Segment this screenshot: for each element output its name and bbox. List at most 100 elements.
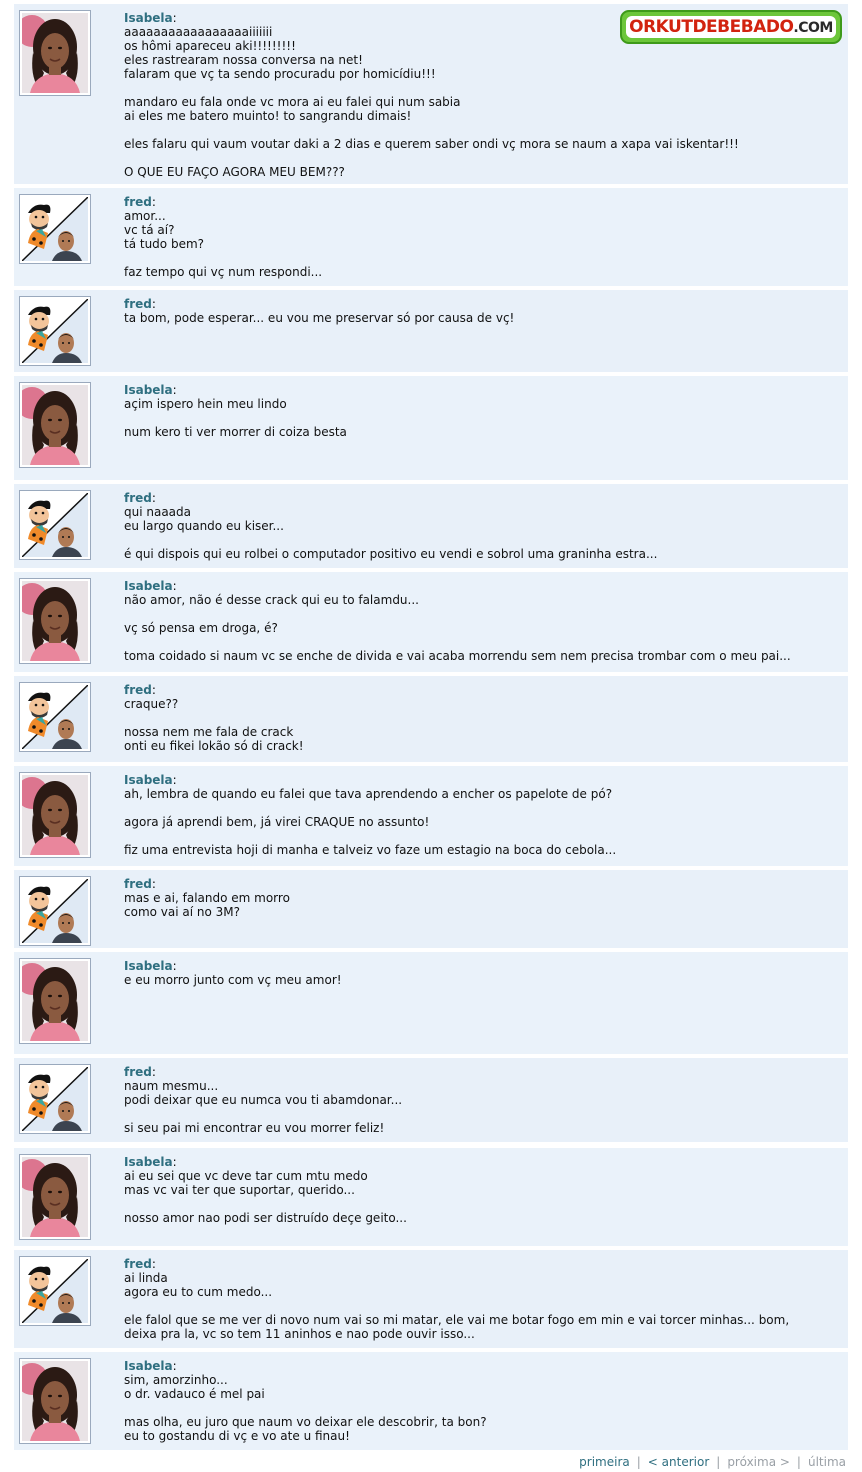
scrap-text-line: ai eu sei que vc deve tar cum mtu medo — [124, 1169, 368, 1183]
author-colon: : — [151, 1257, 156, 1271]
author-colon: : — [172, 1359, 177, 1373]
scrap-text-line — [124, 251, 838, 265]
scrap-text-line: tá tudo bem? — [124, 237, 205, 251]
scrap-header: Isabela: — [124, 959, 838, 973]
scrap-author[interactable]: fred — [124, 1065, 152, 1079]
scrap-text-line: qui naaada — [124, 505, 192, 519]
scrap-row: Isabela: e eu morro junto com vç meu amor… — [14, 952, 848, 1056]
scrap-author[interactable]: fred — [124, 195, 152, 209]
scrap-content: Isabela: sim, amorzinho... o dr. vadauco é… — [124, 1359, 838, 1443]
scrap-text-line: faz tempo qui vç num respondi... — [124, 265, 323, 279]
scrap-text-line — [124, 151, 838, 165]
scrap-text-line: deixa pra la, vc so tem 11 aninhos e nao… — [124, 1327, 475, 1341]
isabela-avatar[interactable] — [19, 772, 91, 858]
scrap-header: fred: — [124, 1065, 838, 1079]
scrap-text-line — [124, 801, 838, 815]
scrap-text-line: naum mesmu... — [124, 1079, 219, 1093]
scrap-text-line: açim ispero hein meu lindo — [124, 397, 287, 411]
scrap-text-line: podi deixar que eu numca vou ti abamdona… — [124, 1093, 403, 1107]
scrap-author[interactable]: Isabela — [124, 773, 173, 787]
scrap-text-line — [124, 635, 838, 649]
fred-avatar-image — [22, 1067, 88, 1131]
scrap-header: fred: — [124, 1257, 838, 1271]
fred-avatar[interactable] — [19, 682, 91, 752]
author-colon: : — [151, 195, 156, 209]
scrap-text-line: craque?? — [124, 697, 179, 711]
scrap-text-line: ai eles me batero muinto! to sangrandu d… — [124, 109, 412, 123]
scrap-text-line — [124, 829, 838, 843]
scrap-author[interactable]: fred — [124, 877, 152, 891]
previous-page-link[interactable]: < anterior — [648, 1455, 709, 1469]
scrap-text-line: ta bom, pode esperar... eu vou me preser… — [124, 311, 515, 325]
scrap-text-line: mas e ai, falando em morro — [124, 891, 290, 905]
scrap-text-line — [124, 123, 838, 137]
scrap-row: Isabela: ah, lembra de quando eu falei qu… — [14, 766, 848, 868]
separator: | — [716, 1455, 721, 1469]
first-page-link[interactable]: primeira — [579, 1455, 630, 1469]
scrap-text-line: o dr. vadauco é mel pai — [124, 1387, 265, 1401]
fred-avatar[interactable] — [19, 296, 91, 366]
scrap-author[interactable]: Isabela — [124, 579, 173, 593]
scrap-author[interactable]: fred — [124, 491, 152, 505]
scrap-header: fred: — [124, 491, 838, 505]
author-colon: : — [172, 773, 177, 787]
scrap-text-line: mandaro eu fala onde vc mora ai eu falei… — [124, 95, 461, 109]
scrap-author[interactable]: fred — [124, 297, 152, 311]
scrap-text-line — [124, 533, 838, 547]
fred-avatar[interactable] — [19, 1064, 91, 1134]
author-colon: : — [172, 959, 177, 973]
scrap-text-line: O QUE EU FAÇO AGORA MEU BEM??? — [124, 165, 345, 179]
scrap-content: Isabela: não amor, não é desse crack qui … — [124, 579, 838, 663]
scrap-text-line — [124, 1107, 838, 1121]
fred-avatar[interactable] — [19, 194, 91, 264]
isabela-avatar-photo — [22, 1361, 88, 1441]
scrap-text-line: nosso amor nao podi ser distruído deçe g… — [124, 1211, 407, 1225]
scrap-text-line: eu largo quando eu kiser... — [124, 519, 284, 533]
fred-avatar[interactable] — [19, 876, 91, 946]
fred-avatar[interactable] — [19, 490, 91, 560]
site-logo-text: ORKUTDEBEBADO.COM — [626, 16, 836, 38]
fred-avatar-image — [22, 493, 88, 557]
scrap-header: fred: — [124, 683, 838, 697]
fred-avatar-image — [22, 879, 88, 943]
scrap-row: fred: ai linda agora eu to cum medo... ele … — [14, 1250, 848, 1350]
scrap-author[interactable]: Isabela — [124, 959, 173, 973]
scrap-text-line: agora já aprendi bem, já virei CRAQUE no… — [124, 815, 430, 829]
scrap-text-line: si seu pai mi encontrar eu vou morrer fe… — [124, 1121, 385, 1135]
isabela-avatar[interactable] — [19, 382, 91, 468]
scrap-row: fred: mas e ai, falando em morro como vai … — [14, 870, 848, 950]
scrap-header: Isabela: — [124, 579, 838, 593]
isabela-avatar[interactable] — [19, 578, 91, 664]
scrap-text-line: eles rastrearam nossa conversa na net! — [124, 53, 363, 67]
scrap-header: fred: — [124, 195, 838, 209]
isabela-avatar[interactable] — [19, 1154, 91, 1240]
isabela-avatar-photo — [22, 581, 88, 661]
isabela-avatar[interactable] — [19, 10, 91, 96]
scrap-row: fred: craque?? nossa nem me fala de crack o… — [14, 676, 848, 764]
scrap-author[interactable]: Isabela — [124, 11, 173, 25]
scrap-text-line — [124, 1401, 838, 1415]
site-logo: ORKUTDEBEBADO.COM — [620, 10, 842, 44]
scrap-text-line: eu to gostandu di vç e vo ate u finau! — [124, 1429, 350, 1443]
scrap-author[interactable]: fred — [124, 683, 152, 697]
scrap-author[interactable]: Isabela — [124, 383, 173, 397]
scrap-author[interactable]: Isabela — [124, 1359, 173, 1373]
scrap-header: Isabela: — [124, 773, 838, 787]
fred-avatar[interactable] — [19, 1256, 91, 1326]
scrap-text-line — [124, 711, 838, 725]
fred-avatar-image — [22, 1259, 88, 1323]
scrap-text-line: ah, lembra de quando eu falei que tava a… — [124, 787, 613, 801]
scrap-content: Isabela: ai eu sei que vc deve tar cum mt… — [124, 1155, 838, 1225]
scrap-text-line: não amor, não é desse crack qui eu to fa… — [124, 593, 419, 607]
scrap-content: fred: ta bom, pode esperar... eu vou me p… — [124, 297, 838, 325]
scrap-content: fred: naum mesmu... podi deixar que eu num… — [124, 1065, 838, 1135]
isabela-avatar[interactable] — [19, 1358, 91, 1444]
scrap-header: fred: — [124, 297, 838, 311]
fred-avatar-image — [22, 197, 88, 261]
scrap-author[interactable]: Isabela — [124, 1155, 173, 1169]
scrap-row: Isabela: açim ispero hein meu lindo num ke… — [14, 376, 848, 482]
author-colon: : — [151, 1065, 156, 1079]
isabela-avatar[interactable] — [19, 958, 91, 1044]
scrap-author[interactable]: fred — [124, 1257, 152, 1271]
scrap-row: Isabela: ai eu sei que vc deve tar cum mt… — [14, 1148, 848, 1248]
